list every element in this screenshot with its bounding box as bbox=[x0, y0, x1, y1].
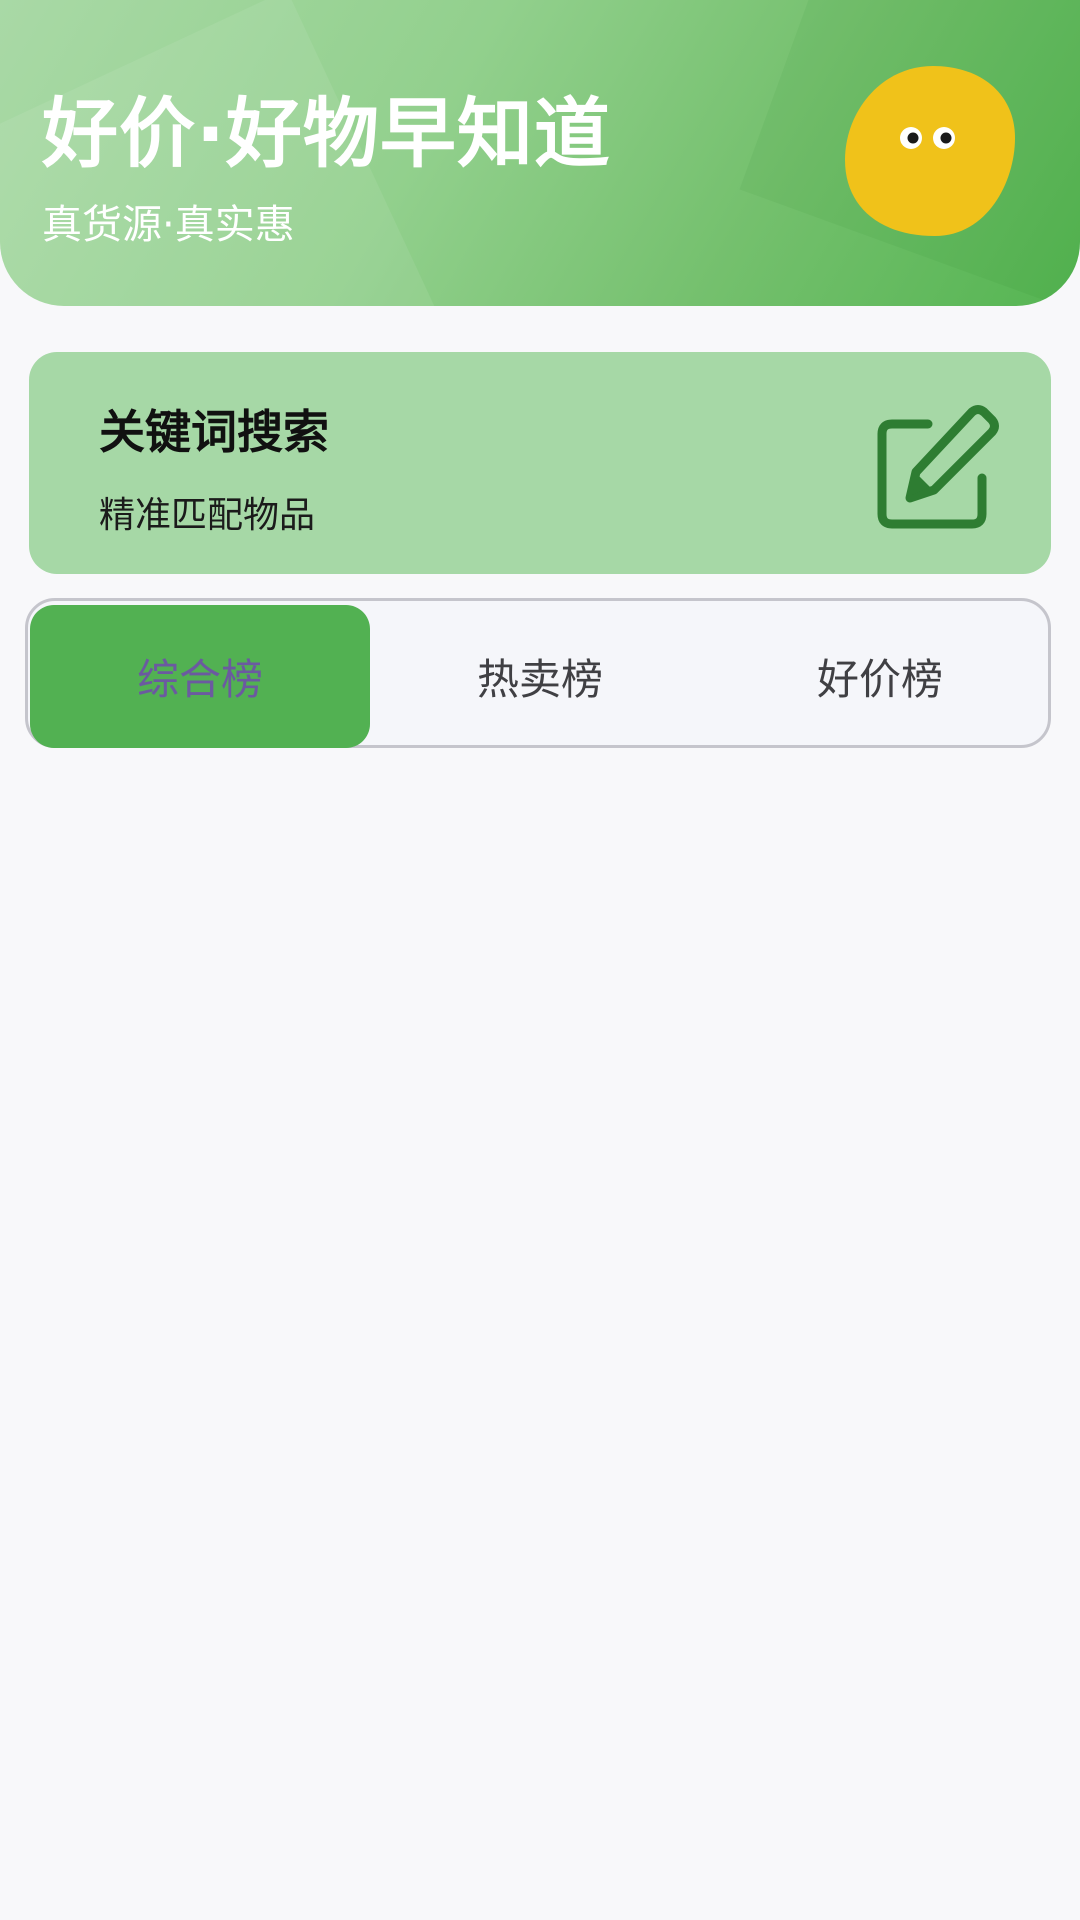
page-title: 好价·好物早知道 bbox=[42, 89, 611, 178]
edit-icon bbox=[877, 405, 999, 529]
keyword-search-card[interactable]: 关键词搜索 精准匹配物品 bbox=[29, 352, 1051, 574]
search-card-description: 精准匹配物品 bbox=[99, 495, 316, 536]
tab-hot-selling[interactable]: 热卖榜 bbox=[370, 605, 710, 748]
search-card-title: 关键词搜索 bbox=[99, 405, 329, 459]
tab-good-price[interactable]: 好价榜 bbox=[710, 605, 1050, 748]
page-subtitle: 真货源·真实惠 bbox=[42, 202, 295, 248]
ranking-tabs: 综合榜 热卖榜 好价榜 bbox=[25, 598, 1051, 748]
mascot-icon bbox=[845, 66, 1015, 236]
tab-comprehensive[interactable]: 综合榜 bbox=[30, 605, 370, 748]
